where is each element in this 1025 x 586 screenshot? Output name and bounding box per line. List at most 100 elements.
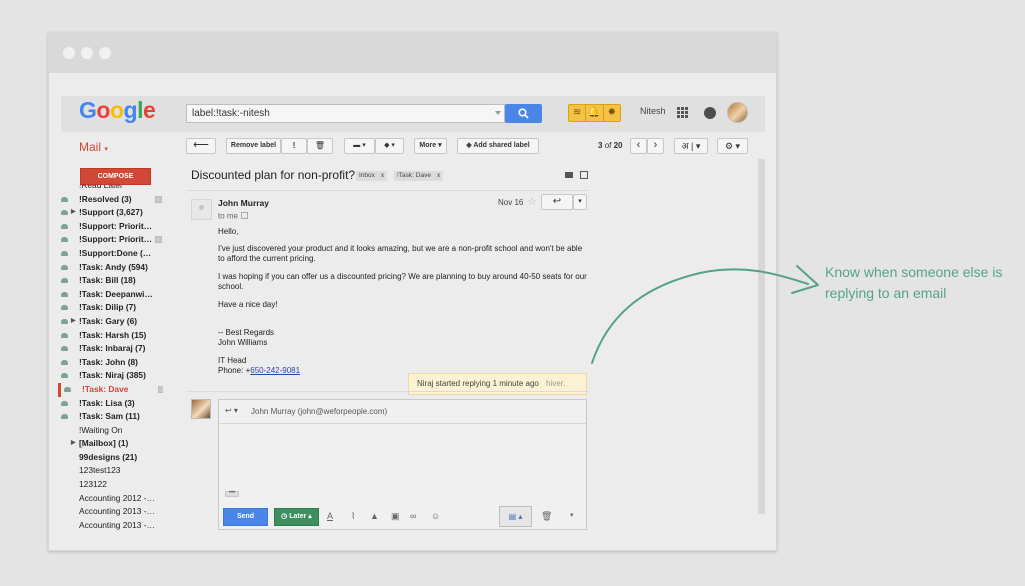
add-shared-label-button[interactable]: ◈ Add shared label xyxy=(457,138,539,154)
label-item[interactable]: Accounting 2013 -… xyxy=(58,519,163,533)
search-button[interactable] xyxy=(505,104,542,123)
move-to-button[interactable]: ▬ ▾ xyxy=(344,138,375,154)
send-later-button[interactable]: ◷ Later ▴ xyxy=(274,508,319,526)
window-close-dot[interactable] xyxy=(63,47,75,59)
label-item[interactable]: !Task: Inbaraj (7) xyxy=(58,342,163,356)
label-item[interactable]: !Task: Dilip (7) xyxy=(58,301,163,315)
shared-labels-icon[interactable]: ≋ xyxy=(569,105,587,121)
label-item[interactable]: !Task: Dave xyxy=(58,382,163,397)
send-button[interactable]: Send xyxy=(223,508,268,526)
label-item[interactable]: !Resolved (3) xyxy=(58,193,163,207)
apps-grid-icon[interactable] xyxy=(677,107,688,118)
label-item[interactable]: !Support:Done (… xyxy=(58,247,163,261)
label-item[interactable]: !Task: Andy (594) xyxy=(58,261,163,275)
labels-button[interactable]: ◆ ▾ xyxy=(375,138,404,154)
pager-total: 20 xyxy=(613,141,623,150)
expand-arrow-icon[interactable]: ▶ xyxy=(71,206,76,220)
older-button[interactable]: › xyxy=(647,138,664,154)
message-more-button[interactable]: ▾ xyxy=(573,194,587,210)
new-window-icon[interactable] xyxy=(580,171,588,179)
label-item[interactable]: !Read Later xyxy=(58,185,163,193)
drive-icon[interactable]: ▲ xyxy=(370,511,379,521)
label-item[interactable]: ▶ !Support (3,627) xyxy=(58,206,163,220)
shared-label-icon xyxy=(61,400,68,406)
label-item[interactable]: !Task: John (8) xyxy=(58,356,163,370)
label-name: !Task: Harsh (15) xyxy=(79,329,147,340)
hiver-toolbar: ≋ 🔔 ✹ xyxy=(568,104,621,122)
newer-button[interactable]: ‹ xyxy=(630,138,647,154)
report-spam-button[interactable]: ! xyxy=(281,138,307,154)
label-item[interactable]: !Task: Deepanwi… xyxy=(58,288,163,302)
notifications-icon[interactable] xyxy=(704,107,716,119)
gear-icon[interactable]: ✹ xyxy=(604,105,620,121)
window-minimize-dot[interactable] xyxy=(81,47,93,59)
label-item[interactable]: !Task: Bill (18) xyxy=(58,274,163,288)
settings-button[interactable]: ⚙ ▾ xyxy=(717,138,748,154)
label-item[interactable]: ▶ !Task: Gary (6) xyxy=(58,315,163,329)
expand-arrow-icon[interactable]: ▶ xyxy=(71,437,76,451)
label-item[interactable]: Accounting 2012 -… xyxy=(58,492,163,506)
reply-composer[interactable]: ↩ ▾ John Murray (john@weforpeople.com) •… xyxy=(218,399,587,530)
close-icon[interactable]: x xyxy=(437,172,440,179)
input-tools-button[interactable]: अ | ▾ xyxy=(674,138,708,154)
label-tag-inbox[interactable]: Inbox x xyxy=(356,171,388,181)
emoji-icon[interactable]: ☺ xyxy=(431,511,440,521)
back-button[interactable]: ⟵ xyxy=(186,138,216,154)
label-item[interactable]: !Waiting On xyxy=(58,424,163,438)
more-button[interactable]: More ▾ xyxy=(414,138,447,154)
label-item[interactable]: 123122 xyxy=(58,478,163,492)
label-item[interactable]: !Task: Harsh (15) xyxy=(58,329,163,343)
reply-button[interactable]: ↩ xyxy=(541,194,573,210)
formatting-icon[interactable]: A xyxy=(327,511,333,521)
divider xyxy=(186,391,589,392)
mail-switcher[interactable]: Mail ▾ xyxy=(79,140,108,154)
label-item[interactable]: Accounting 2013 -… xyxy=(58,505,163,519)
label-color-swatch[interactable] xyxy=(158,385,163,393)
shared-label-icon xyxy=(61,305,68,311)
avatar[interactable] xyxy=(727,102,748,123)
label-name: !Task: Bill (18) xyxy=(79,275,136,286)
trash-icon[interactable]: 🗑 xyxy=(541,511,552,522)
label-tag-task[interactable]: !Task: Dave x xyxy=(394,171,444,181)
delete-button[interactable]: 🗑 xyxy=(307,138,333,154)
remove-label-button[interactable]: Remove label xyxy=(226,138,281,154)
label-item[interactable]: !Support: Priorit… xyxy=(58,233,163,247)
recipient-line[interactable]: to me xyxy=(218,211,249,220)
show-trimmed-content-button[interactable]: ••• xyxy=(225,490,239,497)
link-icon[interactable]: ∞ xyxy=(410,511,416,521)
hiver-templates-button[interactable]: ▤ ▴ xyxy=(499,506,532,527)
scrollbar[interactable] xyxy=(758,159,765,514)
google-logo[interactable]: Google xyxy=(79,97,156,124)
label-color-swatch[interactable] xyxy=(155,195,162,203)
compose-button[interactable]: COMPOSE xyxy=(80,168,151,185)
photo-icon[interactable]: ▣ xyxy=(391,511,400,522)
sender-avatar[interactable] xyxy=(191,199,212,220)
label-item[interactable]: ▶ [Mailbox] (1) xyxy=(58,437,163,451)
label-item[interactable]: !Task: Niraj (385) xyxy=(58,369,163,383)
details-dropdown-icon[interactable] xyxy=(241,212,249,220)
print-icon[interactable] xyxy=(565,172,573,178)
reply-type-icon[interactable]: ↩ ▾ xyxy=(225,406,238,415)
label-color-swatch[interactable] xyxy=(155,236,162,244)
label-item[interactable]: 123test123 xyxy=(58,464,163,478)
shared-label-icon xyxy=(61,210,68,216)
label-item[interactable]: !Task: Lisa (3) xyxy=(58,397,163,411)
close-icon[interactable]: x xyxy=(381,172,384,179)
expand-arrow-icon[interactable]: ▶ xyxy=(71,315,76,329)
label-item[interactable]: !Support: Priorit… xyxy=(58,220,163,234)
reply-recipient[interactable]: John Murray (john@weforpeople.com) xyxy=(251,407,387,416)
label-item[interactable]: !Task: Sam (11) xyxy=(58,410,163,424)
attach-icon[interactable]: ⌇ xyxy=(351,511,355,522)
star-icon[interactable]: ☆ xyxy=(527,195,537,208)
signature-line: -- Best Regards xyxy=(218,328,275,337)
bell-icon[interactable]: 🔔 xyxy=(586,105,604,121)
search-options-icon[interactable] xyxy=(495,111,501,115)
user-name[interactable]: Nitesh xyxy=(640,106,666,116)
more-options-icon[interactable]: ▾ xyxy=(570,511,574,519)
sender-name[interactable]: John Murray xyxy=(218,198,269,208)
phone-link[interactable]: 650-242-9081 xyxy=(250,366,300,375)
window-zoom-dot[interactable] xyxy=(99,47,111,59)
search-input[interactable]: label:!task:-nitesh xyxy=(186,104,505,123)
label-item[interactable]: 99designs (21) xyxy=(58,451,163,465)
add-shared-label-label: Add shared label xyxy=(473,142,530,149)
